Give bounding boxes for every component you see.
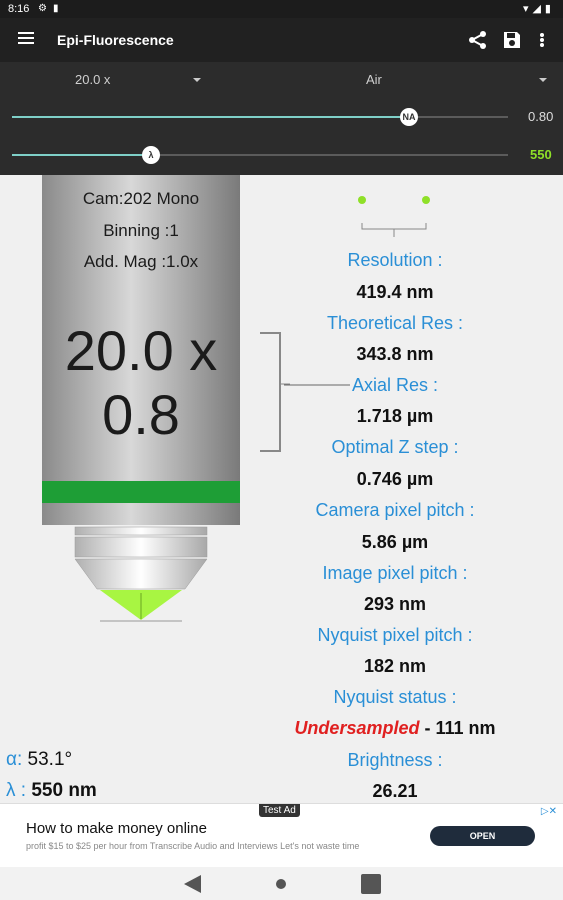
- na-slider-fill: [12, 116, 409, 118]
- ad-headline[interactable]: How to make money online: [26, 820, 207, 837]
- app-title: Epi-Fluorescence: [57, 32, 174, 48]
- status-notification-icons: ⚙▮: [38, 3, 65, 14]
- more-options-icon[interactable]: [536, 30, 548, 50]
- axial-res-label: Axial Res :: [351, 375, 439, 395]
- lambda-value: 550 nm: [31, 780, 97, 801]
- objective-tip: [74, 558, 208, 590]
- na-slider[interactable]: NA: [12, 108, 508, 126]
- nyquist-status-value: Undersampled - 111 nm: [280, 718, 510, 739]
- objective-magnification: 20.0 x: [64, 319, 218, 382]
- na-slider-thumb[interactable]: NA: [400, 108, 418, 126]
- recents-icon[interactable]: [360, 873, 382, 895]
- wavelength-slider[interactable]: λ: [12, 146, 508, 164]
- wavelength-value: 550: [530, 147, 552, 162]
- magnification-dropdown-arrow-icon[interactable]: [193, 78, 201, 82]
- ad-body: profit $15 to $25 per hour from Transcri…: [26, 841, 360, 851]
- nyquist-status-label: Nyquist status :: [333, 687, 457, 707]
- medium-dropdown-arrow-icon[interactable]: [539, 78, 547, 82]
- objective-color-band: [42, 481, 240, 503]
- share-icon[interactable]: [468, 30, 488, 50]
- ad-banner[interactable]: Test Ad ▷✕ How to make money online prof…: [0, 803, 563, 868]
- theoretical-res-value: 343.8 nm: [356, 344, 434, 364]
- objective-na: 0.8: [102, 383, 180, 446]
- camera-pixel-pitch-value: 5.86 µm: [361, 532, 429, 552]
- system-nav-bar: [0, 867, 563, 900]
- add-mag-info: Add. Mag :1.0x: [83, 252, 199, 271]
- resolution-diagram: [358, 196, 430, 237]
- lambda-readout: λ : 550 nm: [6, 780, 97, 802]
- wavelength-slider-fill: [12, 154, 151, 156]
- na-value: 0.80: [528, 109, 554, 124]
- home-icon[interactable]: [275, 878, 287, 890]
- back-icon[interactable]: [181, 873, 203, 895]
- camera-info: Cam:202 Mono: [82, 189, 200, 208]
- alpha-readout: α: 53.1°: [6, 749, 72, 771]
- status-bar: 8:16 ⚙▮ ▾◢▮: [0, 0, 563, 18]
- alpha-label: α:: [6, 749, 23, 770]
- theoretical-res-label: Theoretical Res :: [326, 313, 464, 333]
- camera-pixel-pitch-label: Camera pixel pitch :: [315, 500, 475, 520]
- ad-open-button[interactable]: OPEN: [430, 826, 535, 846]
- wavelength-slider-thumb[interactable]: λ: [142, 146, 160, 164]
- nyquist-pixel-pitch-value: 182 nm: [363, 656, 427, 676]
- controls-panel: 20.0 x Air NA 0.80 λ 550: [0, 62, 563, 175]
- status-time: 8:16: [8, 3, 30, 15]
- brightness-label: Brightness :: [347, 750, 443, 770]
- medium-dropdown[interactable]: Air: [366, 72, 382, 87]
- brightness-value: 26.21: [372, 781, 418, 801]
- ad-choices-icon[interactable]: ▷✕: [541, 806, 557, 817]
- binning-info: Binning :1: [103, 221, 179, 240]
- optimal-z-step-value: 0.746 µm: [356, 469, 434, 489]
- lambda-label: λ :: [6, 780, 27, 801]
- menu-icon[interactable]: [18, 32, 34, 46]
- magnification-dropdown[interactable]: 20.0 x: [75, 72, 110, 87]
- axial-res-value: 1.718 µm: [356, 406, 434, 426]
- status-system-icons: ▾◢▮: [522, 3, 555, 15]
- image-pixel-pitch-label: Image pixel pitch :: [322, 563, 468, 583]
- image-pixel-pitch-value: 293 nm: [363, 594, 427, 614]
- app-toolbar: Epi-Fluorescence: [0, 18, 563, 62]
- nyquist-status-amount: - 111 nm: [424, 718, 496, 738]
- nyquist-pixel-pitch-label: Nyquist pixel pitch :: [317, 625, 473, 645]
- nyquist-status-word: Undersampled: [294, 718, 420, 738]
- resolution-value: 419.4 nm: [356, 282, 434, 302]
- bracket-icon: [260, 332, 281, 452]
- resolution-label: Resolution :: [347, 250, 443, 270]
- save-icon[interactable]: [502, 30, 522, 50]
- alpha-value: 53.1°: [27, 749, 73, 770]
- ad-tag: Test Ad: [259, 804, 300, 817]
- optimal-z-step-label: Optimal Z step :: [331, 437, 459, 457]
